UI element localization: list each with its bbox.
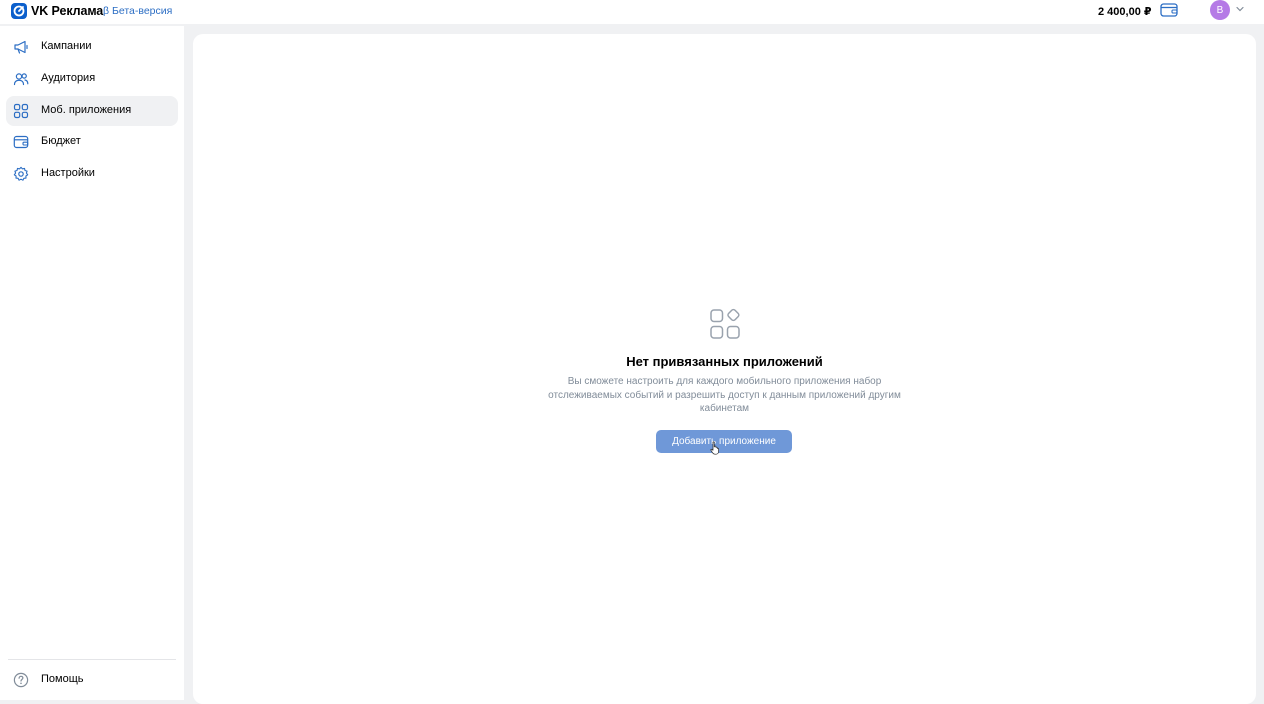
vk-ads-logo-icon[interactable]: [11, 3, 27, 19]
sidebar-item-label: Моб. приложения: [41, 104, 132, 116]
wallet-icon: [13, 135, 29, 149]
sidebar-item-label: Бюджет: [41, 135, 81, 147]
sidebar: Кампании Аудитория Моб. приложения Бюдже…: [0, 26, 184, 700]
balance-amount[interactable]: 2 400,00 ₽: [1098, 5, 1152, 18]
sidebar-item-label: Аудитория: [41, 72, 96, 84]
sidebar-item-mobile-apps[interactable]: Моб. приложения: [6, 96, 178, 126]
sidebar-item-label: Кампании: [41, 40, 92, 52]
beta-badge: β Бета-версия: [103, 5, 173, 17]
help-circle-icon: [13, 672, 29, 688]
sidebar-item-settings[interactable]: Настройки: [6, 159, 178, 189]
sidebar-item-help[interactable]: Помощь: [6, 665, 178, 695]
main-content: Нет привязанных приложений Вы сможете на…: [193, 34, 1256, 704]
users-icon: [13, 73, 29, 86]
megaphone-icon: [14, 40, 28, 54]
sidebar-item-label: Настройки: [41, 167, 95, 179]
empty-state-description: Вы сможете настроить для каждого мобильн…: [548, 376, 901, 414]
apps-placeholder-icon: [710, 308, 740, 339]
empty-state-title: Нет привязанных приложений: [626, 354, 823, 369]
top-bar: VK Реклама β Бета-версия 2 400,00 ₽ В: [0, 0, 1264, 24]
sidebar-divider: [8, 659, 176, 660]
sidebar-item-budget[interactable]: Бюджет: [6, 127, 178, 157]
apps-grid-icon: [13, 103, 29, 119]
user-avatar[interactable]: В: [1210, 0, 1230, 20]
gear-icon: [13, 166, 29, 181]
add-app-button[interactable]: Добавить приложение: [656, 430, 792, 453]
sidebar-item-campaigns[interactable]: Кампании: [6, 32, 178, 62]
brand-name[interactable]: VK Реклама: [31, 4, 103, 18]
hand-cursor-icon: [710, 441, 719, 455]
chevron-down-icon[interactable]: [1236, 6, 1244, 12]
wallet-icon[interactable]: [1160, 3, 1178, 17]
sidebar-item-label: Помощь: [41, 673, 84, 685]
sidebar-item-audience[interactable]: Аудитория: [6, 64, 178, 94]
